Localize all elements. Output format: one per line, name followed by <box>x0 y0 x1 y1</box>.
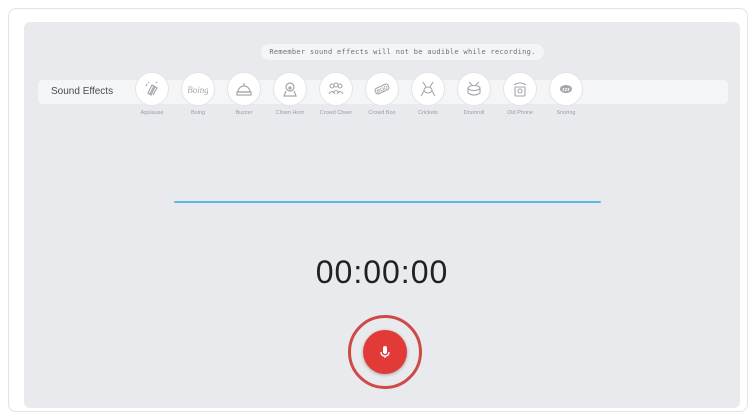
sound-effect-label: Drumroll <box>463 110 485 116</box>
sound-effect-boing[interactable]: Boing Boing <box>178 72 218 152</box>
crowd-boo-icon: BOO <box>365 72 399 106</box>
old-phone-icon <box>503 72 537 106</box>
sound-effect-label: Boing <box>190 110 206 116</box>
sound-effect-label: Crickets <box>418 110 438 116</box>
recorder-panel: Remember sound effects will not be audib… <box>24 22 740 408</box>
sound-effect-label: Crowd Cheer <box>319 110 353 116</box>
boing-icon: Boing <box>181 72 215 106</box>
record-button[interactable] <box>363 330 407 374</box>
sound-effect-old-phone[interactable]: Old Phone <box>500 72 540 152</box>
sound-effect-buzzer[interactable]: Buzzer <box>224 72 264 152</box>
sound-effect-crowd-boo[interactable]: BOO Crowd Boo <box>362 72 402 152</box>
clown-horn-icon <box>273 72 307 106</box>
recording-notice: Remember sound effects will not be audib… <box>261 44 544 60</box>
drumroll-icon <box>457 72 491 106</box>
svg-text:Boing: Boing <box>188 85 208 95</box>
sound-effect-label: Crowd Boo <box>368 110 396 116</box>
sound-effect-applause[interactable]: Applause <box>132 72 172 152</box>
sound-effects-list: Applause Boing Boing Buzzer Clown Horn C… <box>132 72 592 152</box>
sound-effect-label: Snoring <box>556 110 576 116</box>
sound-effect-label: Clown Horn <box>275 110 305 116</box>
sound-effect-label: Applause <box>140 110 164 116</box>
sound-effect-drumroll[interactable]: Drumroll <box>454 72 494 152</box>
svg-text:BOO: BOO <box>376 85 389 95</box>
crickets-icon <box>411 72 445 106</box>
record-button-ring <box>348 315 422 389</box>
sound-effect-clown-horn[interactable]: Clown Horn <box>270 72 310 152</box>
microphone-icon <box>380 346 390 358</box>
recording-timer: 00:00:00 <box>315 254 449 290</box>
buzzer-icon <box>227 72 261 106</box>
sound-effect-snoring[interactable]: zzz Snoring <box>546 72 586 152</box>
snoring-icon: zzz <box>549 72 583 106</box>
svg-text:zzz: zzz <box>562 87 570 93</box>
sound-effects-title: Sound Effects <box>51 86 114 97</box>
sound-effect-label: Buzzer <box>235 110 253 116</box>
sound-effect-label: Old Phone <box>507 110 533 116</box>
sound-effect-crickets[interactable]: Crickets <box>408 72 448 152</box>
crowd-cheer-icon <box>319 72 353 106</box>
audio-waveform-line <box>174 201 601 203</box>
sound-effect-crowd-cheer[interactable]: Crowd Cheer <box>316 72 356 152</box>
applause-icon <box>135 72 169 106</box>
